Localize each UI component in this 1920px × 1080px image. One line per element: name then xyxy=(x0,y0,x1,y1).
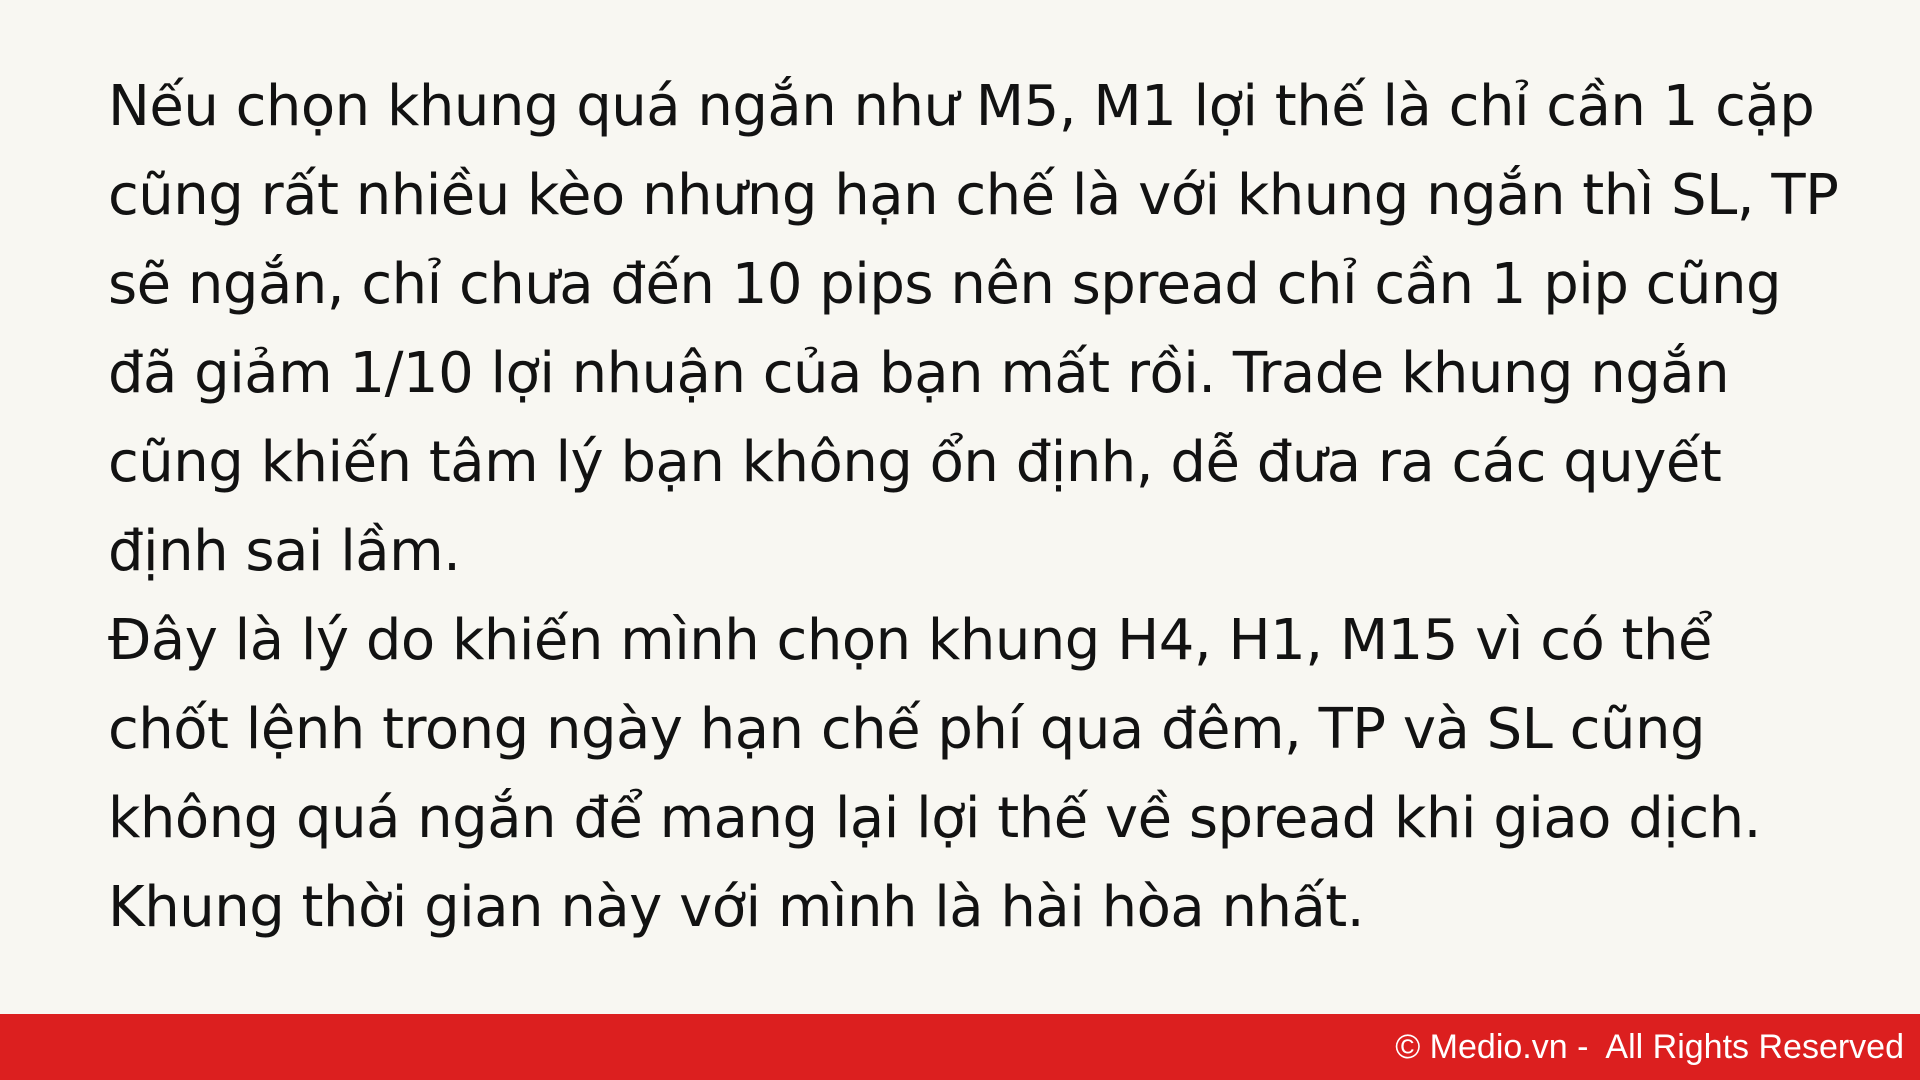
footer-bar: © Medio.vn - All Rights Reserved xyxy=(0,1014,1920,1080)
copyright-notice: © Medio.vn - All Rights Reserved xyxy=(1395,1028,1904,1066)
article-text: Nếu chọn khung quá ngắn như M5, M1 lợi t… xyxy=(108,62,1848,952)
paragraph-short-timeframe: Nếu chọn khung quá ngắn như M5, M1 lợi t… xyxy=(108,74,1839,584)
slide-page: Nếu chọn khung quá ngắn như M5, M1 lợi t… xyxy=(0,0,1920,1080)
paragraph-chosen-timeframe: Đây là lý do khiến mình chọn khung H4, H… xyxy=(108,608,1761,940)
